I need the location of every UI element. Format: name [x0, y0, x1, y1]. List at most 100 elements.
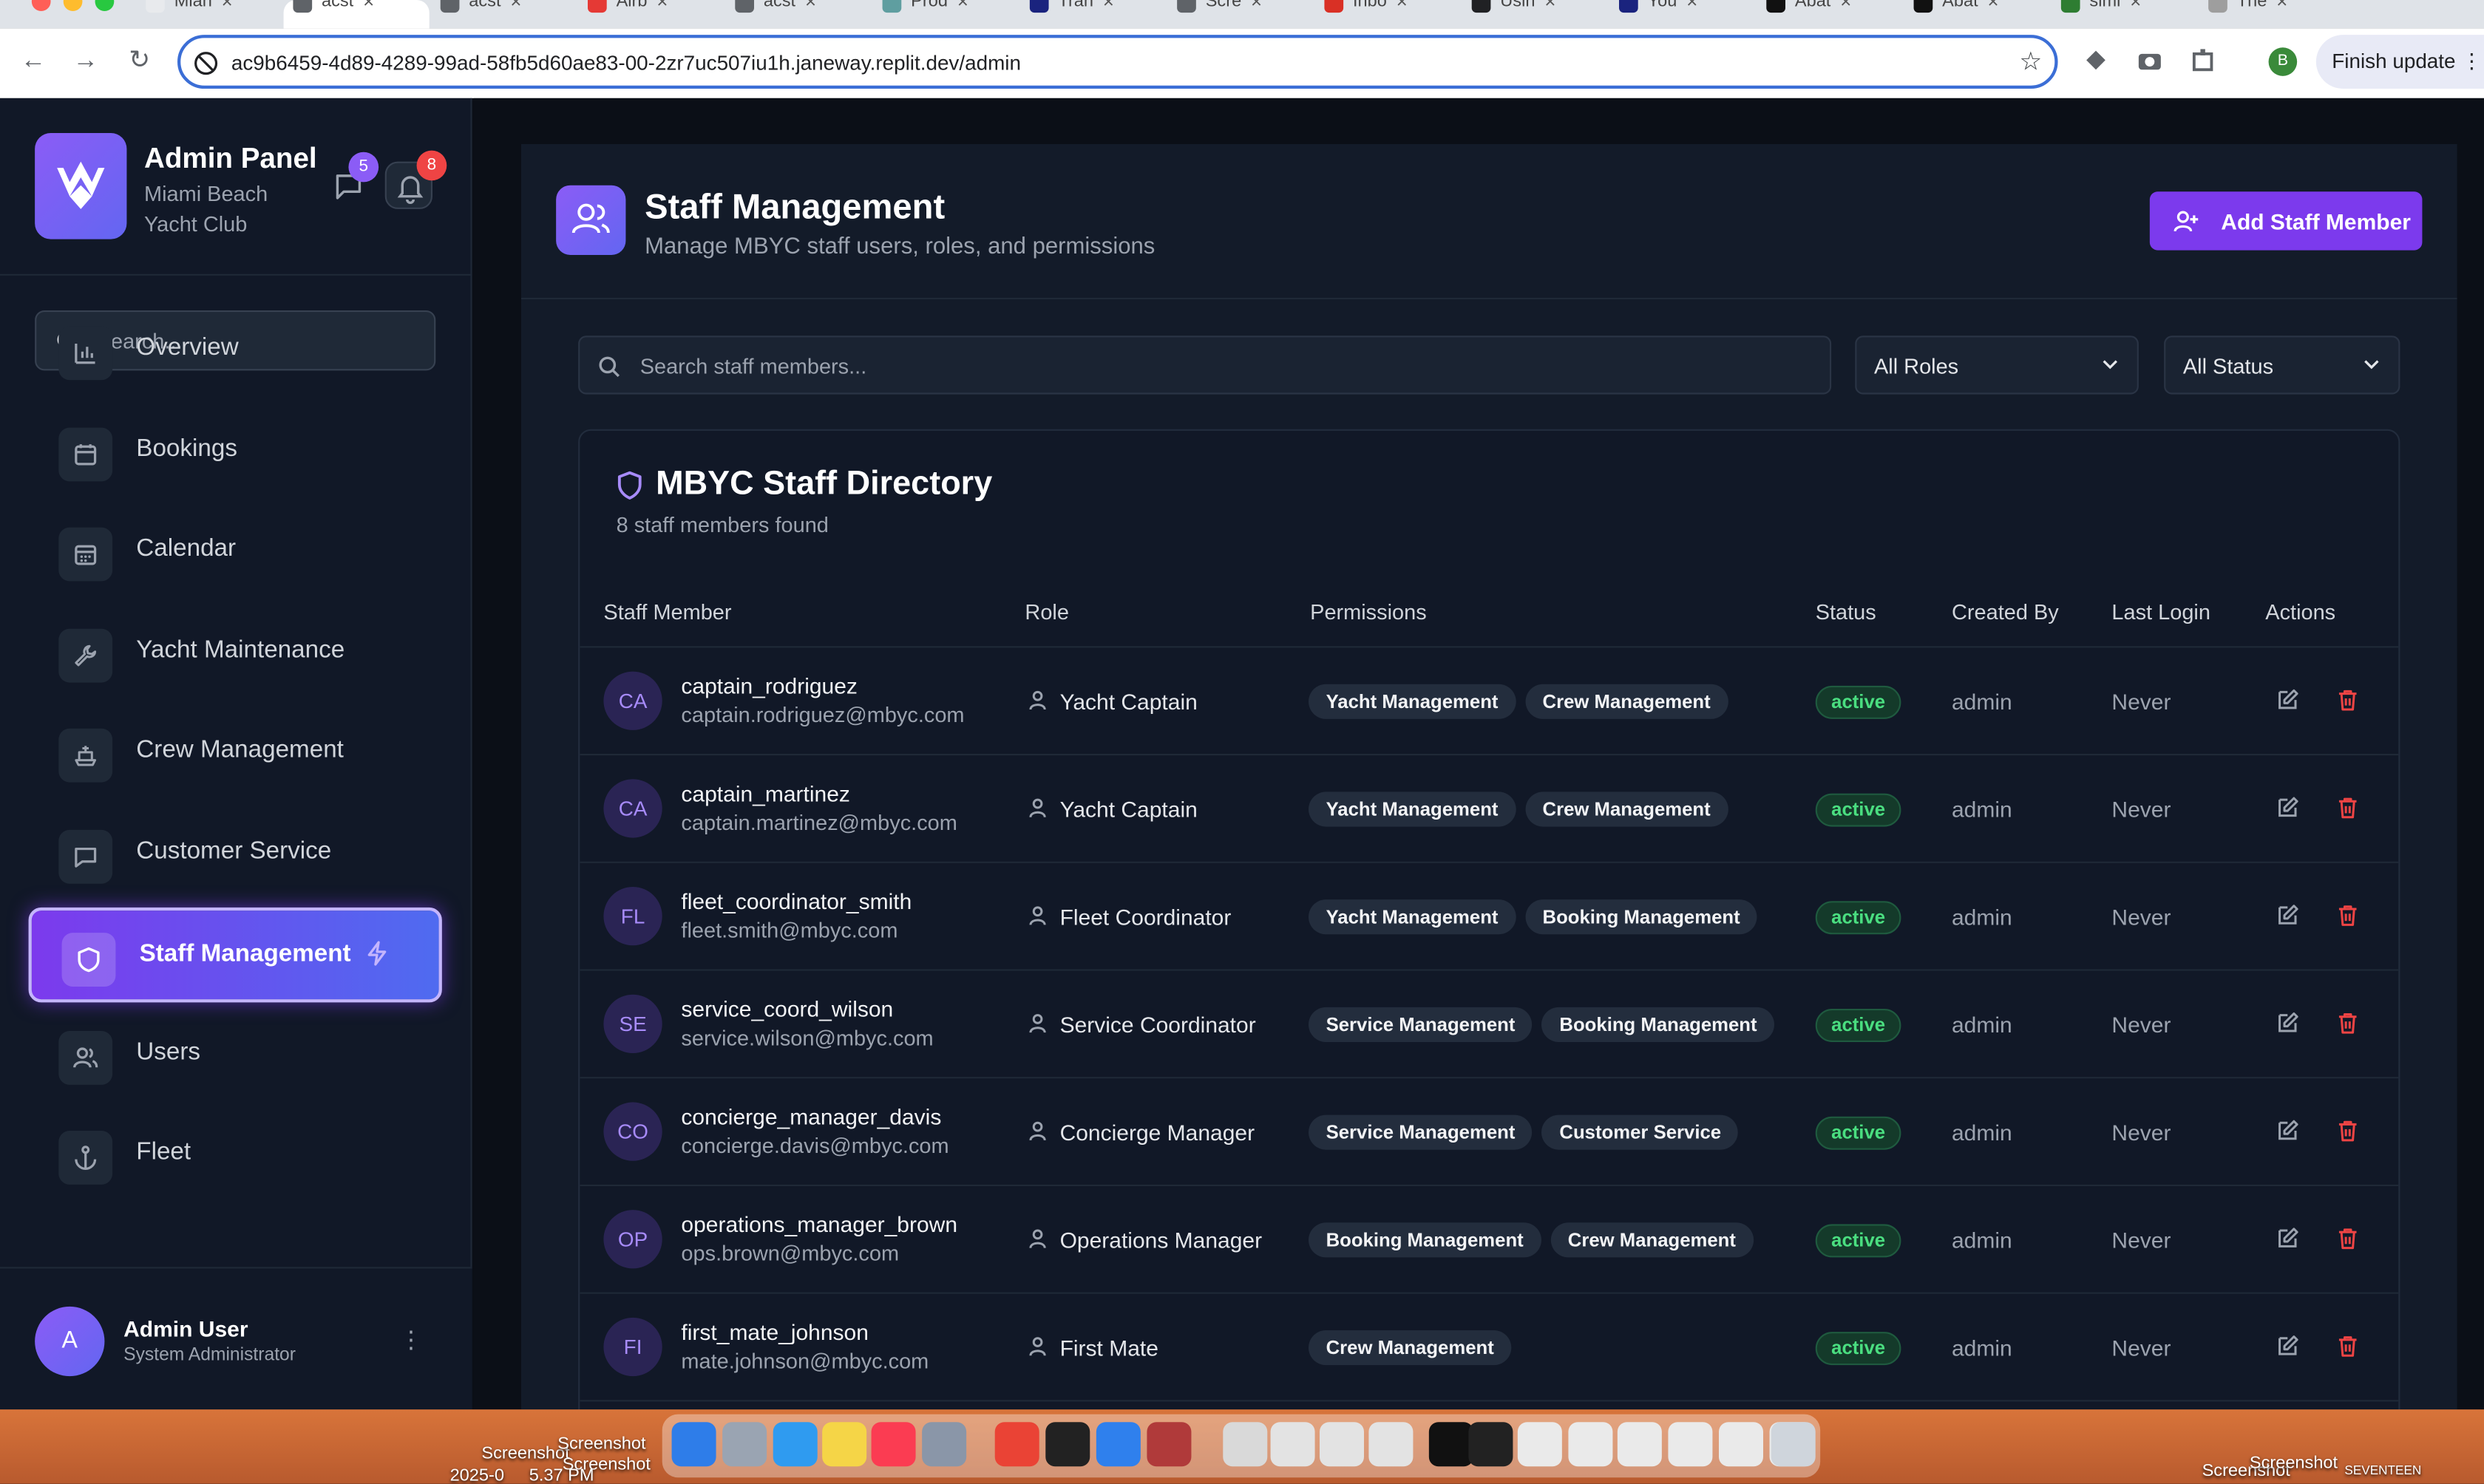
dock-app-icon[interactable] [1719, 1422, 1763, 1467]
browser-tab[interactable]: Prod × [873, 0, 1020, 29]
window-minimize-button[interactable] [63, 0, 83, 11]
notifications-button[interactable]: 8 [384, 150, 447, 209]
trash-icon[interactable] [2335, 902, 2361, 928]
column-header-created-by[interactable]: Created By [1952, 600, 2059, 624]
edit-icon[interactable] [2275, 795, 2300, 820]
trash-icon[interactable] [2335, 1010, 2361, 1035]
edit-icon[interactable] [2275, 1118, 2300, 1143]
browser-tab[interactable]: acst × [725, 0, 872, 29]
edit-icon[interactable] [2275, 687, 2300, 712]
profile-avatar[interactable]: B [2268, 47, 2298, 76]
edit-icon[interactable] [2275, 1226, 2300, 1251]
column-header-staff-member[interactable]: Staff Member [603, 600, 731, 624]
browser-tab[interactable]: Tran × [1020, 0, 1167, 29]
tab-close-icon[interactable]: × [1397, 0, 1408, 13]
browser-tab[interactable]: simi × [2052, 0, 2199, 29]
dock-app-icon[interactable] [1568, 1422, 1613, 1467]
table-row[interactable]: CO concierge_manager_davis concierge.davis… [580, 1078, 2399, 1186]
dock-app-icon[interactable] [1270, 1422, 1315, 1467]
dock-app-icon[interactable] [722, 1422, 767, 1467]
sidebar-item-customer-service[interactable]: Customer Service [29, 808, 442, 903]
finish-update-button[interactable]: Finish update ⋮ [2315, 35, 2484, 89]
camera-icon[interactable] [2136, 46, 2165, 75]
table-row[interactable]: SE service_coord_wilson service.wilson@mby… [580, 971, 2399, 1079]
desktop-file-label[interactable]: SEVENTEEN [2344, 1463, 2421, 1477]
extension-icon[interactable] [2082, 46, 2111, 75]
dock-app-icon[interactable] [671, 1422, 716, 1467]
user-menu-icon[interactable]: ⋮ [399, 1326, 423, 1354]
dock-app-icon[interactable] [1320, 1422, 1364, 1467]
address-bar[interactable]: ac9b6459-4d89-4289-99ad-58fb5d60ae83-00-… [177, 35, 2058, 89]
table-row[interactable]: CA captain_martinez captain.martinez@mbyc.… [580, 755, 2399, 863]
browser-tab[interactable]: The × [2199, 0, 2346, 29]
trash-icon[interactable] [2335, 1333, 2361, 1358]
browser-tab[interactable]: Scre × [1167, 0, 1314, 29]
tab-close-icon[interactable]: × [1103, 0, 1114, 13]
sidebar-item-fleet[interactable]: Fleet [29, 1109, 442, 1204]
browser-tab[interactable]: Airb × [578, 0, 725, 29]
dock-app-icon[interactable] [1045, 1422, 1090, 1467]
dock-app-icon[interactable] [773, 1422, 818, 1467]
sidebar-item-users[interactable]: Users [29, 1009, 442, 1104]
dock-app-icon[interactable] [1771, 1422, 1816, 1467]
desktop-file-label[interactable]: Screenshot [481, 1444, 569, 1463]
tab-close-icon[interactable]: × [805, 0, 816, 13]
browser-tab[interactable]: Usin × [1462, 0, 1609, 29]
desktop-file-label[interactable]: Screenshot [557, 1434, 645, 1454]
column-header-status[interactable]: Status [1816, 600, 1876, 624]
bookmark-star-icon[interactable]: ☆ [2019, 46, 2042, 78]
desktop-file-label[interactable]: Screenshot [2250, 1454, 2338, 1473]
status-filter-select[interactable]: All Status [2164, 336, 2400, 395]
tab-close-icon[interactable]: × [1251, 0, 1262, 13]
dock-app-icon[interactable] [871, 1422, 916, 1467]
messages-button[interactable]: 5 [325, 152, 379, 209]
tab-close-icon[interactable]: × [1544, 0, 1555, 13]
dock-app-icon[interactable] [1147, 1422, 1192, 1467]
sidebar-item-yacht-maintenance[interactable]: Yacht Maintenance [29, 607, 442, 702]
tab-close-icon[interactable]: × [222, 0, 233, 13]
sidebar-item-overview[interactable]: Overview [29, 304, 442, 399]
browser-tab[interactable]: You × [1609, 0, 1757, 29]
browser-tab[interactable]: acst × [283, 0, 430, 29]
user-profile-footer[interactable]: A Admin User System Administrator ⋮ [0, 1267, 472, 1410]
role-filter-select[interactable]: All Roles [1855, 336, 2139, 395]
table-row[interactable]: FL fleet_coordinator_smith fleet.smith@mby… [580, 863, 2399, 971]
browser-tab[interactable]: Abat × [1904, 0, 2052, 29]
add-staff-member-button[interactable]: Add Staff Member [2149, 191, 2423, 251]
desktop-file-label[interactable]: 2025-0 [450, 1466, 504, 1484]
browser-tab[interactable]: acst × [431, 0, 578, 29]
dock-app-icon[interactable] [1368, 1422, 1414, 1467]
sidebar-item-crew-management[interactable]: Crew Management [29, 707, 442, 802]
menu-kebab-icon[interactable]: ⋮ [2461, 49, 2482, 72]
dock-app-icon[interactable] [1468, 1422, 1513, 1467]
tab-close-icon[interactable]: × [363, 0, 374, 13]
desktop-file-label[interactable]: 5.37 PM [529, 1466, 594, 1484]
forward-button[interactable]: → [68, 44, 103, 79]
staff-search-input[interactable]: Search staff members... [578, 336, 1832, 395]
dock-app-icon[interactable] [1223, 1422, 1268, 1467]
dock-app-icon[interactable] [994, 1422, 1039, 1467]
site-info-icon[interactable] [193, 51, 218, 76]
tab-close-icon[interactable]: × [1988, 0, 1999, 13]
edit-icon[interactable] [2275, 1333, 2300, 1358]
trash-icon[interactable] [2335, 1226, 2361, 1251]
tab-close-icon[interactable]: × [510, 0, 521, 13]
tab-close-icon[interactable]: × [2130, 0, 2141, 13]
tab-close-icon[interactable]: × [2276, 0, 2287, 13]
dock-app-icon[interactable] [822, 1422, 867, 1467]
column-header-role[interactable]: Role [1025, 600, 1068, 624]
dock-app-icon[interactable] [1096, 1422, 1141, 1467]
table-row[interactable]: CA captain_rodriguez captain.rodriguez@mby… [580, 647, 2399, 756]
sidebar-item-calendar[interactable]: Calendar [29, 506, 442, 601]
browser-tab[interactable]: Mian × [136, 0, 283, 29]
tab-close-icon[interactable]: × [957, 0, 968, 13]
column-header-last-login[interactable]: Last Login [2111, 600, 2210, 624]
dock-app-icon[interactable] [1668, 1422, 1713, 1467]
table-row[interactable]: FI first_mate_johnson mate.johnson@mbyc.co… [580, 1294, 2399, 1402]
sidebar-item-bookings[interactable]: Bookings [29, 406, 442, 501]
back-button[interactable]: ← [16, 44, 50, 79]
dock-app-icon[interactable] [1617, 1422, 1662, 1467]
sidebar-item-staff-management[interactable]: Staff Management [28, 907, 442, 1003]
tab-close-icon[interactable]: × [1686, 0, 1697, 13]
column-header-permissions[interactable]: Permissions [1310, 600, 1427, 624]
